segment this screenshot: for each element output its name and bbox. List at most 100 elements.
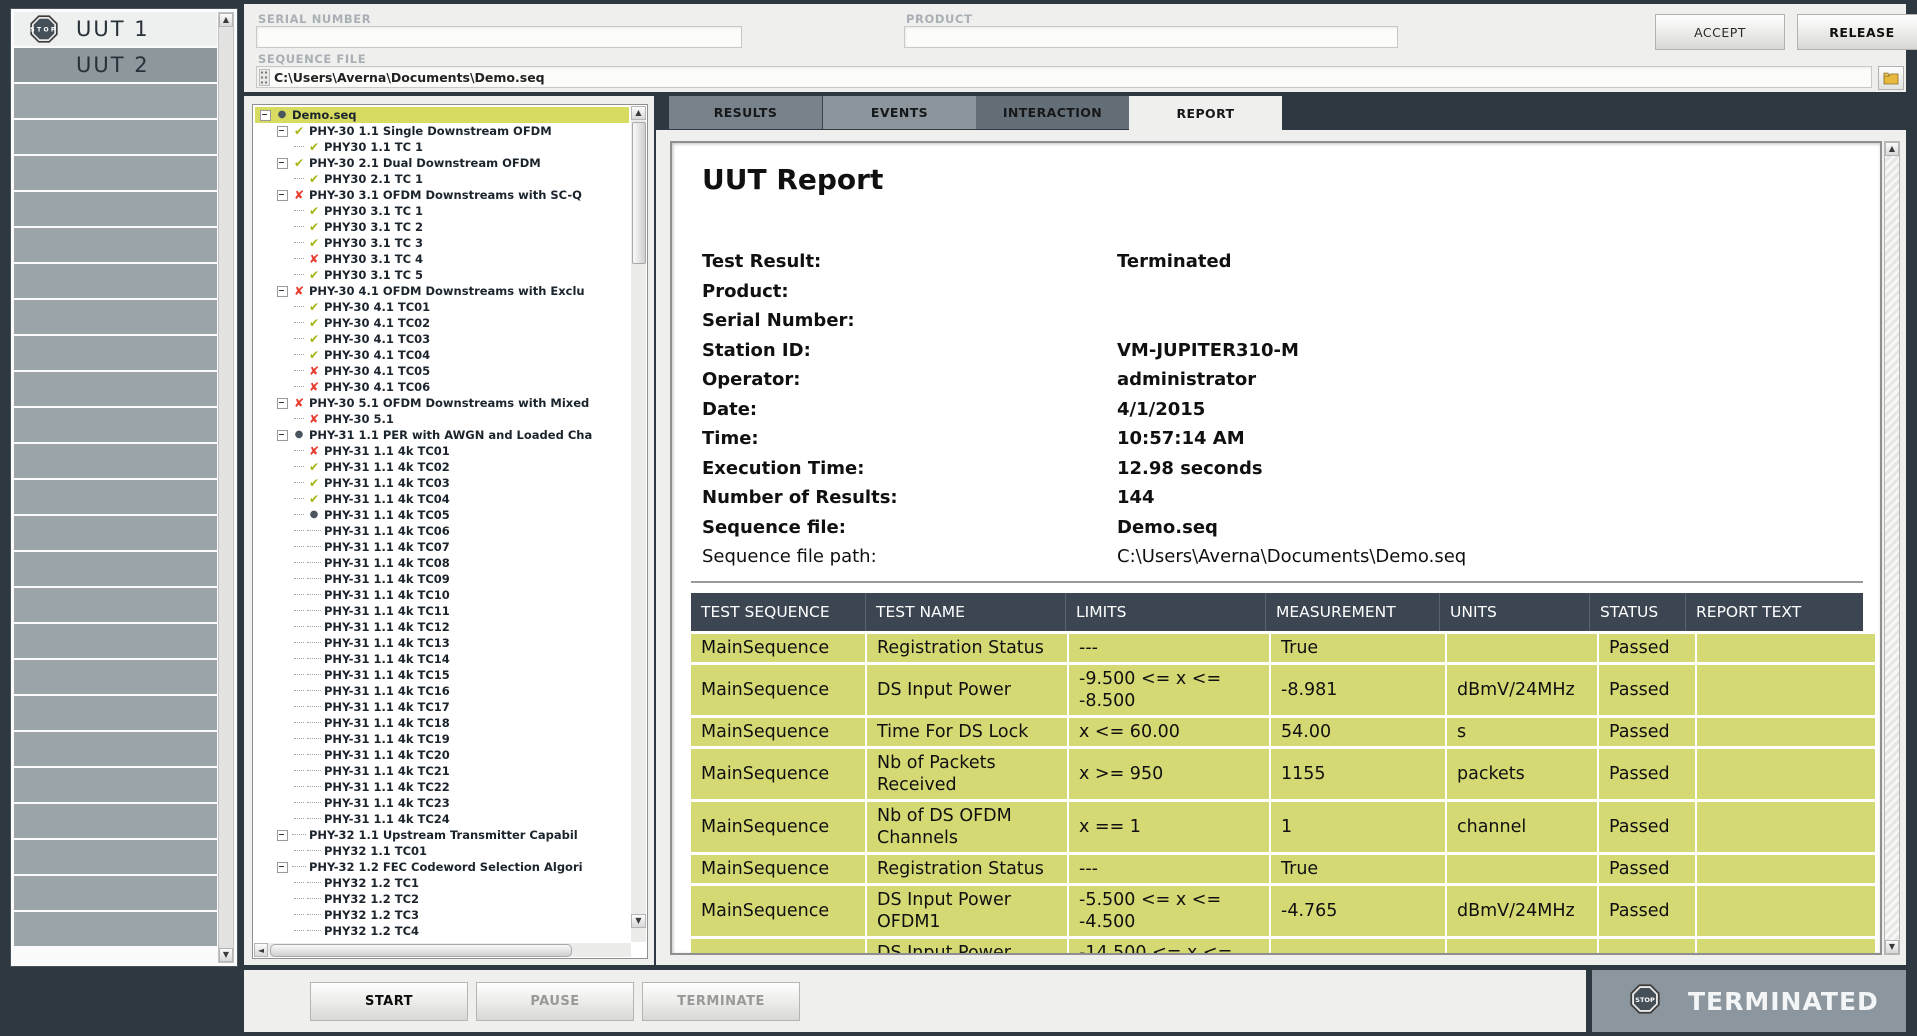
- tree-vertical-scrollbar[interactable]: ▲ ▼: [631, 106, 646, 942]
- product-input[interactable]: [904, 26, 1398, 48]
- scroll-thumb[interactable]: [632, 122, 646, 264]
- tree-item[interactable]: PHY32 1.2 TC3: [255, 907, 629, 923]
- uut-row-empty[interactable]: [14, 552, 217, 586]
- uut-row-empty[interactable]: [14, 840, 217, 874]
- tree-item[interactable]: PHY-31 1.1 4k TC19: [255, 731, 629, 747]
- uut-list-scrollbar[interactable]: ▲ ▼: [218, 12, 234, 963]
- tree-item[interactable]: PHY-31 1.1 4k TC08: [255, 555, 629, 571]
- expander-minus-icon[interactable]: [277, 398, 288, 409]
- tree-item[interactable]: PHY-31 1.1 4k TC20: [255, 747, 629, 763]
- uut-row-empty[interactable]: [14, 120, 217, 154]
- tree-item[interactable]: ✔PHY-30 4.1 TC04: [255, 347, 629, 363]
- tree-item[interactable]: ✔PHY-30 2.1 Dual Downstream OFDM: [255, 155, 629, 171]
- tree-item[interactable]: ✘PHY-30 4.1 OFDM Downstreams with Exclu: [255, 283, 629, 299]
- tree-item[interactable]: ✔PHY-30 4.1 TC02: [255, 315, 629, 331]
- uut-row-empty[interactable]: [14, 336, 217, 370]
- expander-minus-icon[interactable]: [277, 286, 288, 297]
- uut-row[interactable]: UUT 2: [14, 48, 217, 82]
- tree-item[interactable]: ✘PHY-30 3.1 OFDM Downstreams with SC-Q: [255, 187, 629, 203]
- tree-item[interactable]: PHY-31 1.1 4k TC15: [255, 667, 629, 683]
- terminate-button[interactable]: TERMINATE: [642, 982, 800, 1021]
- uut-row[interactable]: STOPUUT 1: [14, 12, 217, 46]
- uut-row-empty[interactable]: [14, 912, 217, 946]
- tree-item[interactable]: PHY-31 1.1 4k TC21: [255, 763, 629, 779]
- tab-report[interactable]: REPORT: [1129, 96, 1282, 130]
- tree-item[interactable]: PHY-32 1.2 FEC Codeword Selection Algori: [255, 859, 629, 875]
- tree-item[interactable]: PHY-31 1.1 4k TC23: [255, 795, 629, 811]
- scroll-down-icon[interactable]: ▼: [1885, 940, 1899, 954]
- uut-row-empty[interactable]: [14, 156, 217, 190]
- expander-minus-icon[interactable]: [277, 190, 288, 201]
- tree-item[interactable]: PHY-31 1.1 4k TC13: [255, 635, 629, 651]
- uut-row-empty[interactable]: [14, 624, 217, 658]
- tree-item[interactable]: ✘PHY-30 5.1: [255, 411, 629, 427]
- uut-row-empty[interactable]: [14, 660, 217, 694]
- tree-item[interactable]: ✔PHY30 3.1 TC 2: [255, 219, 629, 235]
- tree-item[interactable]: PHY-31 1.1 4k TC17: [255, 699, 629, 715]
- tree-item[interactable]: ✔PHY-31 1.1 4k TC03: [255, 475, 629, 491]
- scroll-down-icon[interactable]: ▼: [219, 948, 233, 962]
- report-scrollbar[interactable]: ▲ ▼: [1884, 141, 1900, 955]
- tab-interaction[interactable]: INTERACTION: [976, 96, 1129, 129]
- tree-item[interactable]: ●PHY-31 1.1 PER with AWGN and Loaded Cha: [255, 427, 629, 443]
- tree-item[interactable]: PHY32 1.2 TC4: [255, 923, 629, 939]
- scroll-up-icon[interactable]: ▲: [219, 13, 233, 27]
- tree-item[interactable]: PHY-32 1.1 Upstream Transmitter Capabil: [255, 827, 629, 843]
- uut-row-empty[interactable]: [14, 696, 217, 730]
- expander-minus-icon[interactable]: [277, 158, 288, 169]
- uut-row-empty[interactable]: [14, 228, 217, 262]
- uut-row-empty[interactable]: [14, 480, 217, 514]
- uut-row-empty[interactable]: [14, 84, 217, 118]
- tree-horizontal-scrollbar[interactable]: ◄: [254, 943, 631, 957]
- expander-minus-icon[interactable]: [260, 110, 271, 121]
- tree-item[interactable]: ✘PHY-30 5.1 OFDM Downstreams with Mixed: [255, 395, 629, 411]
- scroll-left-icon[interactable]: ◄: [254, 943, 268, 957]
- start-button[interactable]: START: [310, 982, 468, 1021]
- expander-minus-icon[interactable]: [277, 430, 288, 441]
- tree-item[interactable]: ●PHY-31 1.1 4k TC05: [255, 507, 629, 523]
- uut-row-empty[interactable]: [14, 372, 217, 406]
- uut-row-empty[interactable]: [14, 408, 217, 442]
- sequence-file-input[interactable]: C:\Users\Averna\Documents\Demo.seq: [256, 66, 1872, 88]
- tree-item[interactable]: ✔PHY30 1.1 TC 1: [255, 139, 629, 155]
- expander-minus-icon[interactable]: [277, 830, 288, 841]
- tree-item[interactable]: PHY-31 1.1 4k TC06: [255, 523, 629, 539]
- uut-row-empty[interactable]: [14, 516, 217, 550]
- tree-item[interactable]: PHY-31 1.1 4k TC22: [255, 779, 629, 795]
- browse-folder-button[interactable]: [1878, 66, 1904, 90]
- tree-item[interactable]: PHY-31 1.1 4k TC16: [255, 683, 629, 699]
- tree-item[interactable]: ✔PHY-31 1.1 4k TC04: [255, 491, 629, 507]
- tree-item[interactable]: ✔PHY30 2.1 TC 1: [255, 171, 629, 187]
- tree-item[interactable]: ✘PHY-30 4.1 TC06: [255, 379, 629, 395]
- tree-item[interactable]: PHY-31 1.1 4k TC18: [255, 715, 629, 731]
- tab-results[interactable]: RESULTS: [669, 96, 823, 129]
- tree-item[interactable]: PHY-31 1.1 4k TC12: [255, 619, 629, 635]
- uut-row-empty[interactable]: [14, 444, 217, 478]
- uut-row-empty[interactable]: [14, 768, 217, 802]
- expander-minus-icon[interactable]: [277, 862, 288, 873]
- tree-item[interactable]: PHY32 1.2 TC1: [255, 875, 629, 891]
- scroll-up-icon[interactable]: ▲: [1885, 142, 1899, 156]
- tree-item[interactable]: PHY-31 1.1 4k TC07: [255, 539, 629, 555]
- uut-row-empty[interactable]: [14, 300, 217, 334]
- uut-row-empty[interactable]: [14, 192, 217, 226]
- tree-item[interactable]: ✔PHY30 3.1 TC 3: [255, 235, 629, 251]
- uut-row-empty[interactable]: [14, 876, 217, 910]
- uut-row-empty[interactable]: [14, 804, 217, 838]
- uut-row-empty[interactable]: [14, 732, 217, 766]
- uut-row-empty[interactable]: [14, 264, 217, 298]
- serial-number-input[interactable]: [256, 26, 742, 48]
- tab-events[interactable]: EVENTS: [823, 96, 976, 129]
- tree-item[interactable]: ✔PHY-31 1.1 4k TC02: [255, 459, 629, 475]
- tree-item[interactable]: ✔PHY30 3.1 TC 5: [255, 267, 629, 283]
- pause-button[interactable]: PAUSE: [476, 982, 634, 1021]
- tree-item[interactable]: ✔PHY-30 4.1 TC01: [255, 299, 629, 315]
- tree-item[interactable]: ✔PHY-30 1.1 Single Downstream OFDM: [255, 123, 629, 139]
- scroll-thumb[interactable]: [270, 944, 572, 957]
- tree-item[interactable]: PHY32 1.2 TC2: [255, 891, 629, 907]
- uut-row-empty[interactable]: [14, 588, 217, 622]
- tree-item[interactable]: ✔PHY-30 4.1 TC03: [255, 331, 629, 347]
- release-button[interactable]: RELEASE: [1797, 14, 1917, 50]
- tree-item[interactable]: PHY-31 1.1 4k TC10: [255, 587, 629, 603]
- tree-item[interactable]: PHY-31 1.1 4k TC11: [255, 603, 629, 619]
